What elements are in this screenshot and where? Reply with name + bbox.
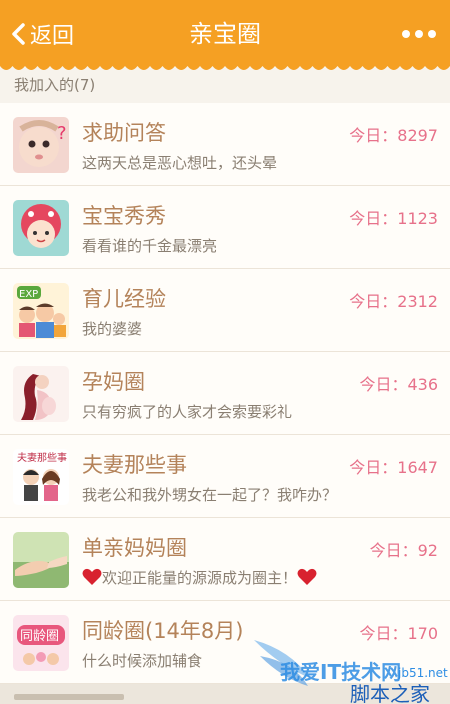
post-text: 欢迎正能量的源源成为圈主！	[102, 569, 298, 587]
heart-icon	[82, 568, 102, 585]
group-latest-post: 只有穷疯了的人家才会索要彩礼	[82, 403, 293, 421]
group-name: 单亲妈妈圈	[82, 536, 187, 560]
watermark-line3: 脚本之家	[350, 682, 430, 704]
group-name: 夫妻那些事	[82, 453, 187, 477]
today-count: 今日：2312	[349, 292, 438, 311]
group-name: 宝宝秀秀	[82, 204, 166, 228]
svg-text:同龄圈: 同龄圈	[20, 629, 59, 644]
group-latest-post: 欢迎正能量的源源成为圈主！	[82, 567, 317, 588]
pregnant-mom-icon	[13, 366, 69, 422]
group-name: 同龄圈(14年8月)	[82, 619, 244, 643]
same-age-icon: 同龄圈	[13, 615, 69, 671]
group-name: 求助问答	[82, 121, 166, 145]
group-latest-post: 这两天总是恶心想吐，还头晕	[82, 154, 278, 172]
holding-hands-icon	[13, 532, 69, 588]
group-latest-post: 我的婆婆	[82, 320, 143, 338]
group-row[interactable]: 宝宝秀秀 看看谁的千金最漂亮 今日：1123	[0, 186, 450, 269]
today-count: 今日：1123	[349, 209, 438, 228]
svg-text:夫妻那些事: 夫妻那些事	[17, 451, 67, 464]
site-watermark: 我爱IT技术网 jb51.net 脚本之家	[250, 630, 450, 704]
baby-face-icon: ?	[13, 117, 69, 173]
page-title: 亲宝圈	[189, 20, 261, 48]
heart-icon	[297, 568, 317, 585]
svg-text:EXP: EXP	[19, 289, 38, 300]
truncated-section-label	[14, 694, 124, 700]
top-bar: 返回 亲宝圈	[0, 0, 450, 66]
group-name: 孕妈圈	[82, 370, 145, 394]
group-latest-post: 我老公和我外甥女在一起了？我咋办？	[82, 486, 338, 504]
cartoon-girl-icon	[13, 200, 69, 256]
more-dot-icon	[415, 30, 423, 38]
today-count: 今日：1647	[349, 458, 438, 477]
group-row[interactable]: EXP 育儿经验 我的婆婆 今日：2312	[0, 269, 450, 352]
group-latest-post: 看看谁的千金最漂亮	[82, 237, 218, 255]
more-dot-icon	[402, 30, 410, 38]
svg-text:?: ?	[57, 123, 67, 144]
couple-icon: 夫妻那些事	[13, 449, 69, 505]
family-exp-icon: EXP	[13, 283, 69, 339]
group-row[interactable]: 单亲妈妈圈 欢迎正能量的源源成为圈主！ 今日：92	[0, 518, 450, 601]
more-menu-button[interactable]	[402, 26, 436, 42]
today-count: 今日：436	[359, 375, 438, 394]
group-row[interactable]: 孕妈圈 只有穷疯了的人家才会索要彩礼 今日：436	[0, 352, 450, 435]
today-count: 今日：8297	[349, 126, 438, 145]
group-latest-post: 什么时候添加辅食	[82, 652, 203, 670]
more-dot-icon	[428, 30, 436, 38]
joined-section-label: 我加入的(7)	[14, 76, 96, 94]
group-row[interactable]: ? 求助问答 这两天总是恶心想吐，还头晕 今日：8297	[0, 103, 450, 186]
group-name: 育儿经验	[82, 287, 166, 311]
header-scallop-edge	[0, 62, 450, 70]
group-list: ? 求助问答 这两天总是恶心想吐，还头晕 今日：8297 宝宝秀秀 看看谁的千金…	[0, 103, 450, 684]
today-count: 今日：92	[369, 541, 438, 560]
group-row[interactable]: 夫妻那些事 夫妻那些事 我老公和我外甥女在一起了？我咋办？ 今日：1647	[0, 435, 450, 518]
